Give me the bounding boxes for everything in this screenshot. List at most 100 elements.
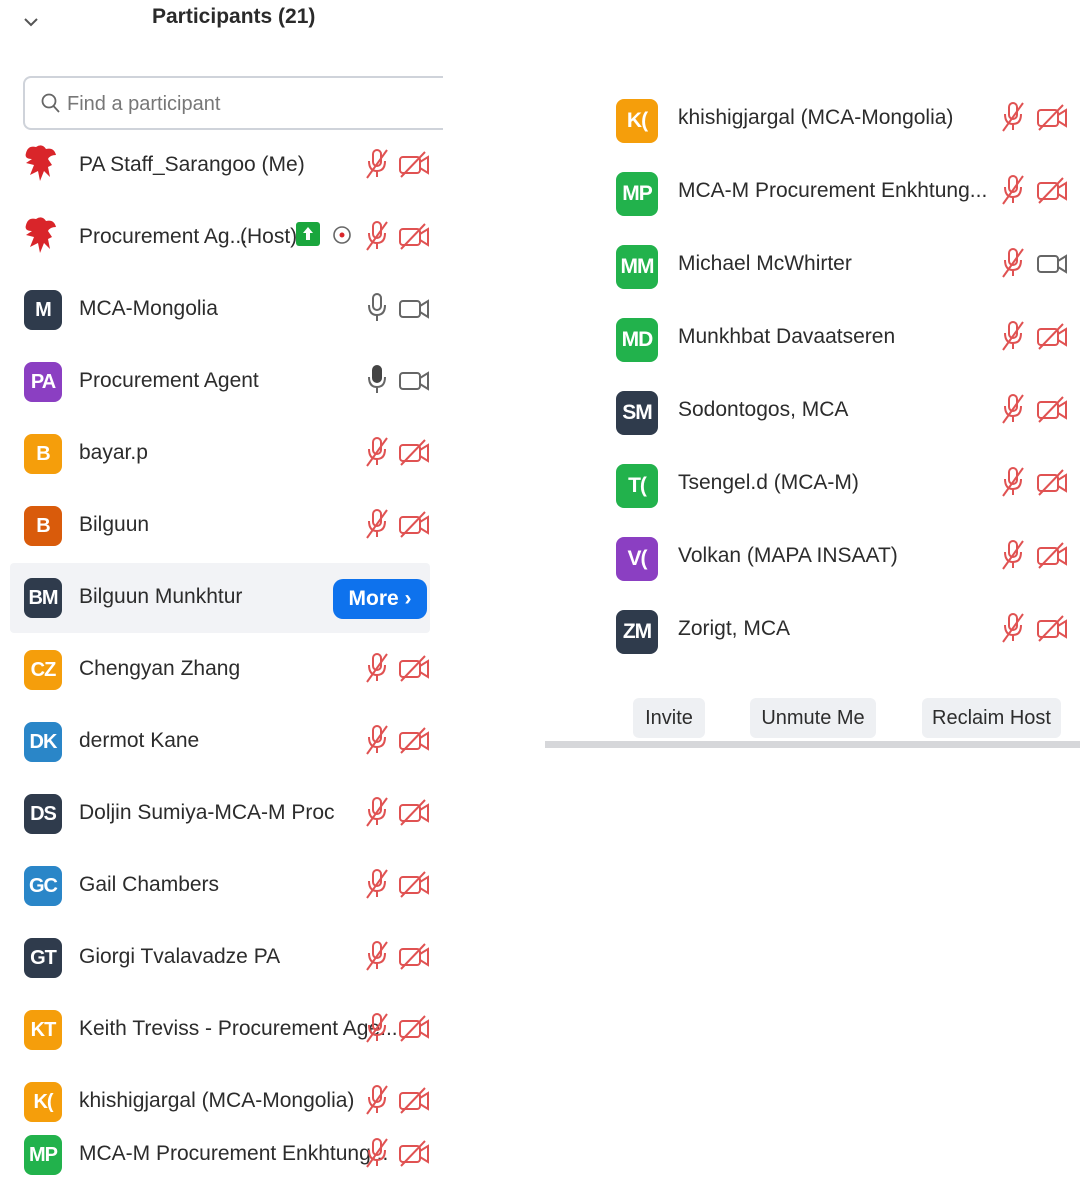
muted-mic-icon[interactable] xyxy=(362,507,392,541)
participant-name: Tsengel.d (MCA-M) xyxy=(678,471,859,494)
participant-row[interactable]: MM Michael McWhirter xyxy=(545,232,1080,302)
muted-mic-icon[interactable] xyxy=(998,173,1028,207)
video-off-icon[interactable] xyxy=(1035,102,1069,132)
participant-name: dermot Kane xyxy=(79,729,200,752)
participant-row[interactable]: KT Keith Treviss - Procurement Age... xyxy=(10,995,430,1065)
muted-mic-icon[interactable] xyxy=(998,392,1028,426)
avatar: BM xyxy=(24,578,62,618)
avatar: B xyxy=(24,434,62,474)
participant-row[interactable]: B Bilguun xyxy=(10,491,430,561)
muted-mic-icon[interactable] xyxy=(362,219,392,253)
search-box[interactable] xyxy=(23,76,443,130)
avatar: M xyxy=(24,290,62,330)
video-off-icon[interactable] xyxy=(397,1013,431,1043)
participant-row[interactable]: GC Gail Chambers xyxy=(10,851,430,921)
participant-row[interactable]: DS Doljin Sumiya-MCA-M Proc xyxy=(10,779,430,849)
red-dragon-logo xyxy=(25,217,56,253)
unmute-me-button[interactable]: Unmute Me xyxy=(750,698,876,738)
participant-row[interactable]: B bayar.p xyxy=(10,419,430,489)
participant-row[interactable]: Procurement Ag... (Host) xyxy=(10,203,430,273)
avatar: V( xyxy=(616,537,658,581)
video-off-icon[interactable] xyxy=(397,437,431,467)
video-off-icon[interactable] xyxy=(397,653,431,683)
participant-row[interactable]: T( Tsengel.d (MCA-M) xyxy=(545,451,1080,521)
muted-mic-icon[interactable] xyxy=(362,147,392,181)
host-label: (Host) xyxy=(240,225,298,248)
muted-mic-icon[interactable] xyxy=(362,867,392,901)
video-off-icon[interactable] xyxy=(1035,394,1069,424)
video-icon[interactable] xyxy=(1035,248,1069,278)
participant-row[interactable]: MP MCA-M Procurement Enkhtung... xyxy=(10,1120,430,1190)
muted-mic-icon[interactable] xyxy=(998,246,1028,280)
participant-row[interactable]: CZ Chengyan Zhang xyxy=(10,635,430,705)
participant-row[interactable]: K( khishigjargal (MCA-Mongolia) xyxy=(545,86,1080,156)
video-off-icon[interactable] xyxy=(397,797,431,827)
participant-name: PA Staff_Sarangoo (Me) xyxy=(79,153,305,176)
participant-row[interactable]: ZM Zorigt, MCA xyxy=(545,597,1080,667)
avatar: KT xyxy=(24,1010,62,1050)
participant-row[interactable]: MD Munkhbat Davaatseren xyxy=(545,305,1080,375)
muted-mic-icon[interactable] xyxy=(362,939,392,973)
participant-name: bayar.p xyxy=(79,441,148,464)
mic-icon[interactable] xyxy=(362,291,392,325)
participant-name: Doljin Sumiya-MCA-M Proc xyxy=(79,801,335,824)
video-off-icon[interactable] xyxy=(397,941,431,971)
record-icon xyxy=(333,226,351,244)
chevron-down-icon[interactable] xyxy=(20,6,44,36)
muted-mic-icon[interactable] xyxy=(362,1136,392,1170)
muted-mic-icon[interactable] xyxy=(362,435,392,469)
video-off-icon[interactable] xyxy=(397,221,431,251)
avatar: SM xyxy=(616,391,658,435)
muted-mic-icon[interactable] xyxy=(998,611,1028,645)
muted-mic-icon[interactable] xyxy=(998,100,1028,134)
muted-mic-icon[interactable] xyxy=(362,795,392,829)
participant-row[interactable]: V( Volkan (MAPA INSAAT) xyxy=(545,524,1080,594)
video-off-icon[interactable] xyxy=(397,725,431,755)
invite-button[interactable]: Invite xyxy=(633,698,705,738)
participant-row[interactable]: PA Procurement Agent xyxy=(10,347,430,417)
video-off-icon[interactable] xyxy=(397,509,431,539)
video-off-icon[interactable] xyxy=(397,869,431,899)
participant-row[interactable]: PA Staff_Sarangoo (Me) xyxy=(10,131,430,201)
video-off-icon[interactable] xyxy=(397,149,431,179)
avatar: K( xyxy=(24,1082,62,1122)
avatar: T( xyxy=(616,464,658,508)
video-off-icon[interactable] xyxy=(1035,467,1069,497)
avatar: MM xyxy=(616,245,658,289)
participant-name: Keith Treviss - Procurement Age... xyxy=(79,1017,398,1040)
muted-mic-icon[interactable] xyxy=(362,1083,392,1117)
video-off-icon[interactable] xyxy=(397,1085,431,1115)
participant-name: Gail Chambers xyxy=(79,873,220,896)
video-off-icon[interactable] xyxy=(1035,540,1069,570)
participant-row[interactable]: MP MCA-M Procurement Enkhtung... xyxy=(545,159,1080,229)
avatar: CZ xyxy=(24,650,62,690)
participant-name: khishigjargal (MCA-Mongolia) xyxy=(79,1089,355,1112)
avatar: GT xyxy=(24,938,62,978)
participants-panel: Participants (21) PA Staff_Sarangoo (Me) xyxy=(0,0,443,1190)
participant-row[interactable]: BM Bilguun Munkhtur More › xyxy=(10,563,430,633)
video-off-icon[interactable] xyxy=(1035,613,1069,643)
muted-mic-icon[interactable] xyxy=(362,723,392,757)
muted-mic-icon[interactable] xyxy=(998,319,1028,353)
participant-name: Volkan (MAPA INSAAT) xyxy=(678,544,898,567)
reclaim-host-button[interactable]: Reclaim Host xyxy=(922,698,1061,738)
search-input[interactable] xyxy=(65,88,429,120)
speaking-mic-icon[interactable] xyxy=(362,363,392,397)
muted-mic-icon[interactable] xyxy=(998,538,1028,572)
video-off-icon[interactable] xyxy=(397,1138,431,1168)
participant-row[interactable]: SM Sodontogos, MCA xyxy=(545,378,1080,448)
video-off-icon[interactable] xyxy=(1035,175,1069,205)
avatar: PA xyxy=(24,362,62,402)
avatar: DS xyxy=(24,794,62,834)
participant-name: Chengyan Zhang xyxy=(79,657,241,680)
participant-row[interactable]: GT Giorgi Tvalavadze PA xyxy=(10,923,430,993)
participant-row[interactable]: M MCA-Mongolia xyxy=(10,275,430,345)
muted-mic-icon[interactable] xyxy=(362,651,392,685)
video-icon[interactable] xyxy=(397,293,431,323)
video-icon[interactable] xyxy=(397,365,431,395)
video-off-icon[interactable] xyxy=(1035,321,1069,351)
muted-mic-icon[interactable] xyxy=(362,1011,392,1045)
muted-mic-icon[interactable] xyxy=(998,465,1028,499)
more-button[interactable]: More › xyxy=(333,579,427,619)
participant-row[interactable]: DK dermot Kane xyxy=(10,707,430,777)
